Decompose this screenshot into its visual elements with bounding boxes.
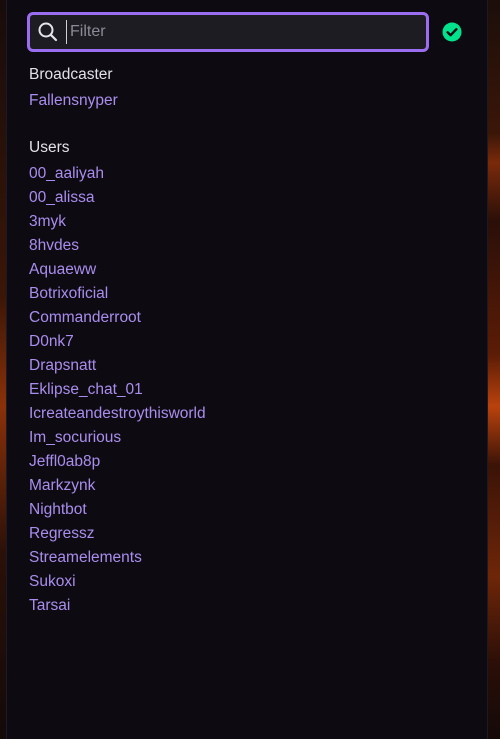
user-item[interactable]: Eklipse_chat_01 — [29, 378, 206, 402]
user-item[interactable]: Markzynk — [29, 474, 206, 498]
filter-row — [27, 12, 477, 52]
users-section: Users 00_aaliyah 00_alissa 3myk 8hvdes A… — [29, 138, 206, 618]
user-item[interactable]: Aquaeww — [29, 258, 206, 282]
user-item[interactable]: Nightbot — [29, 498, 206, 522]
user-item[interactable]: 8hvdes — [29, 234, 206, 258]
filter-input[interactable] — [66, 20, 420, 44]
broadcaster-section: Broadcaster Fallensnyper — [29, 65, 118, 113]
stream-background-right — [486, 0, 500, 739]
user-item[interactable]: 3myk — [29, 210, 206, 234]
users-heading: Users — [29, 139, 70, 156]
user-list: 00_aaliyah 00_alissa 3myk 8hvdes Aquaeww… — [29, 162, 206, 618]
user-item[interactable]: Tarsai — [29, 594, 206, 618]
check-circle-icon — [442, 22, 462, 42]
user-item[interactable]: Drapsnatt — [29, 354, 206, 378]
user-item[interactable]: Im_socurious — [29, 426, 206, 450]
broadcaster-name[interactable]: Fallensnyper — [29, 89, 118, 113]
user-item[interactable]: Sukoxi — [29, 570, 206, 594]
user-item[interactable]: Botrixoficial — [29, 282, 206, 306]
search-icon — [38, 22, 58, 42]
user-item[interactable]: D0nk7 — [29, 330, 206, 354]
chatters-window: Broadcaster Fallensnyper Users 00_aaliya… — [0, 0, 500, 739]
user-item[interactable]: 00_alissa — [29, 186, 206, 210]
user-item[interactable]: 00_aaliyah — [29, 162, 206, 186]
chatters-panel: Broadcaster Fallensnyper Users 00_aaliya… — [6, 0, 488, 739]
filter-box[interactable] — [27, 12, 429, 52]
broadcaster-heading: Broadcaster — [29, 66, 113, 83]
user-item[interactable]: Icreateandestroythisworld — [29, 402, 206, 426]
user-item[interactable]: Streamelements — [29, 546, 206, 570]
user-item[interactable]: Regressz — [29, 522, 206, 546]
user-item[interactable]: Jeffl0ab8p — [29, 450, 206, 474]
user-item[interactable]: Commanderroot — [29, 306, 206, 330]
